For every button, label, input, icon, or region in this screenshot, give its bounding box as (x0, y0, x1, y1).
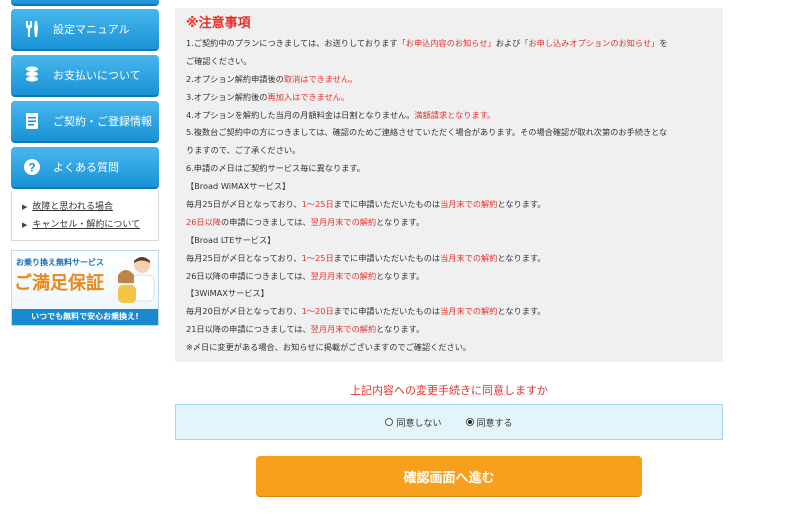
people-photo (118, 257, 155, 303)
notice-line: 毎月20日が〆日となっており、1〜20日までに申請いただいたものは当月末での解約… (186, 303, 713, 321)
notice-text: となります。 (376, 216, 425, 227)
agreement-radio-group: 同意しない 同意する (175, 404, 723, 440)
notice-highlight: 1〜25日 (301, 199, 334, 210)
banner-top-text: お乗り換え無料サービス (16, 258, 104, 267)
satisfaction-guarantee-banner[interactable]: お乗り換え無料サービス ご満足保証 いつでも無料で安心お乗換え! (11, 250, 159, 326)
radio-agree[interactable]: 同意する (465, 416, 513, 429)
notice-highlight: 当月末での解約 (440, 252, 498, 263)
sidebar-item-label: 設定マニュアル (53, 23, 130, 36)
sidebar-item-label: ご契約・ご登録情報 (53, 115, 152, 128)
notice-text: 【Broad LTEサービス】 (186, 234, 276, 245)
document-icon (21, 110, 43, 132)
notice-text: となります。 (497, 306, 546, 317)
notice-highlight: 満額請求となります。 (414, 109, 496, 120)
question-icon: ? (21, 156, 43, 178)
notice-line: りますので、ご了承ください。 (186, 142, 713, 160)
notice-text: となります。 (497, 199, 546, 210)
notice-text: 毎月25日が〆日となっており、 (186, 252, 302, 263)
link-troubleshooting[interactable]: ▶ 故障と思われる場合 (22, 198, 158, 216)
notice-highlight: 翌月月末での解約 (310, 324, 377, 335)
notice-text: りますので、ご了承ください。 (186, 145, 301, 156)
notice-text: までに申請いただいたものは (333, 199, 441, 210)
sidebar-item-faq[interactable]: ? よくある質問 (11, 147, 159, 189)
notice-text: となります。 (376, 270, 425, 281)
svg-text:?: ? (28, 161, 35, 175)
notice-text: 21日以降の申請につきましては、 (186, 324, 311, 335)
notice-line: 【Broad WiMAXサービス】 (186, 178, 713, 196)
radio-disagree-label: 同意しない (396, 418, 442, 429)
notice-line: ご確認ください。 (186, 53, 713, 71)
notice-highlight: 当月末での解約 (440, 199, 498, 210)
triangle-right-icon: ▶ (22, 221, 28, 229)
tools-icon (21, 18, 43, 40)
notice-text: までに申請いただいたものは (333, 252, 441, 263)
notice-text: 毎月20日が〆日となっており、 (186, 306, 302, 317)
radio-agree-label: 同意する (476, 418, 513, 429)
sidebar-menu-top-partial[interactable] (11, 0, 159, 6)
notice-line: 毎月25日が〆日となっており、1〜25日までに申請いただいたものは当月末での解約… (186, 196, 713, 214)
banner-main-text: ご満足保証 (14, 273, 104, 294)
sidebar-item-setup-manual[interactable]: 設定マニュアル (11, 9, 159, 51)
notice-line: 26日以降の申請につきましては、翌月月末での解約となります。 (186, 214, 713, 232)
notice-text: ご確認ください。 (186, 55, 252, 66)
notice-line: 【Broad LTEサービス】 (186, 232, 713, 250)
notice-box: ※注意事項 1.ご契約中のプランにつきましては、お送りしております「お申込内容の… (175, 8, 723, 362)
sidebar-item-contract-info[interactable]: ご契約・ご登録情報 (11, 101, 159, 143)
radio-agree-circle[interactable] (465, 418, 474, 426)
radio-disagree-circle[interactable] (385, 418, 394, 426)
notice-text: 2.オプション解約申請後の (186, 73, 284, 84)
notice-line: ※〆日に変更がある場合、お知らせに掲載がございますのでご確認ください。 (186, 339, 713, 357)
radio-disagree[interactable]: 同意しない (385, 416, 442, 429)
notice-text: ※〆日に変更がある場合、お知らせに掲載がございますのでご確認ください。 (186, 342, 472, 353)
notice-line: 3.オプション解約後の再加入はできません。 (186, 89, 713, 107)
notice-text: 5.複数台ご契約中の方につきましては、確認のためご連絡させていただく場合がありま… (186, 127, 668, 138)
proceed-to-confirm-button[interactable]: 確認画面へ進む (256, 456, 642, 496)
sidebar-item-label: お支払いについて (53, 69, 141, 82)
notice-text: 毎月25日が〆日となっており、 (186, 199, 302, 210)
notice-line: 毎月25日が〆日となっており、1〜25日までに申請いただいたものは当月末での解約… (186, 250, 713, 268)
notice-highlight: 取消はできません。 (283, 73, 358, 84)
notice-line: 26日以降の申請につきましては、翌月月末での解約となります。 (186, 268, 713, 286)
notice-line: 4.オプションを解約した当月の月額料金は日割となりません。満額請求となります。 (186, 107, 713, 125)
banner-bottom-text: いつでも無料で安心お乗換え! (12, 309, 158, 325)
notice-text: 26日以降の申請につきましては、 (186, 270, 311, 281)
notice-highlight: 当月末での解約 (440, 306, 498, 317)
notice-lines: 1.ご契約中のプランにつきましては、お送りしております「お申込内容のお知らせ」お… (186, 35, 713, 357)
triangle-right-icon: ▶ (22, 203, 28, 211)
coins-icon (21, 64, 43, 86)
notice-text: 3.オプション解約後の (186, 91, 268, 102)
sidebar-item-payment[interactable]: お支払いについて (11, 55, 159, 97)
notice-line: 【3WiMAXサービス】 (186, 285, 713, 303)
notice-highlight: 翌月月末での解約 (310, 270, 377, 281)
notice-line: 21日以降の申請につきましては、翌月月末での解約となります。 (186, 321, 713, 339)
agreement-question: 上記内容への変更手続きに同意しますか (350, 384, 548, 397)
sidebar-links: ▶ 故障と思われる場合 ▶ キャンセル・解約について (11, 191, 159, 241)
notice-text: の申請につきましては、 (220, 216, 311, 227)
notice-highlight: 1〜25日 (301, 252, 334, 263)
notice-text: 【Broad WiMAXサービス】 (186, 181, 291, 192)
notice-text: 【3WiMAXサービス】 (186, 288, 269, 299)
notice-highlight: 翌月月末での解約 (310, 216, 377, 227)
notice-line: 6.申請の〆日はご契約サービス毎に異なります。 (186, 160, 713, 178)
notice-line: 5.複数台ご契約中の方につきましては、確認のためご連絡させていただく場合がありま… (186, 124, 713, 142)
notice-highlight: 26日以降 (186, 216, 221, 227)
notice-highlight: 再加入はできません。 (267, 91, 350, 102)
notice-line: 2.オプション解約申請後の取消はできません。 (186, 71, 713, 89)
notice-text: 4.オプションを解約した当月の月額料金は日割となりません。 (186, 109, 415, 120)
notice-title: ※注意事項 (186, 16, 251, 31)
notice-text: となります。 (376, 324, 425, 335)
notice-text: および (495, 38, 521, 48)
notice-text: までに申請いただいたものは (333, 306, 441, 317)
notice-text: となります。 (497, 252, 546, 263)
notice-line: 1.ご契約中のプランにつきましては、お送りしております「お申込内容のお知らせ」お… (186, 35, 713, 53)
radio-selected-dot (467, 420, 472, 424)
notice-highlight: 1〜20日 (301, 306, 334, 317)
link-cancellation[interactable]: ▶ キャンセル・解約について (22, 216, 158, 234)
notice-highlight: 「お申込内容のお知らせ」 (397, 38, 496, 48)
notice-text: を (659, 38, 668, 48)
sidebar-item-label: よくある質問 (53, 161, 119, 174)
notice-text: 6.申請の〆日はご契約サービス毎に異なります。 (186, 163, 365, 174)
notice-highlight: 「お申し込みオプションのお知らせ」 (520, 38, 660, 48)
notice-text: 1.ご契約中のプランにつきましては、お送りしております (186, 38, 398, 48)
